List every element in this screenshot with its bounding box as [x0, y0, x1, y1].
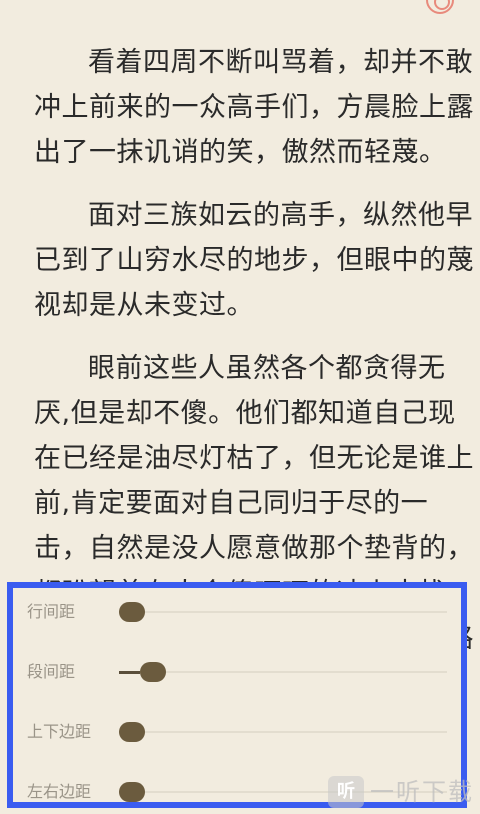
line-spacing-slider-handle[interactable]	[119, 602, 145, 622]
paragraph: 面对三族如云的高手，纵然他早已到了山穷水尽的地步，但眼中的蔑视却是从未变过。	[34, 200, 474, 321]
floating-badge-icon[interactable]	[426, 0, 454, 14]
line-spacing-row: 行间距	[27, 592, 447, 632]
paragraph-spacing-fill	[119, 671, 140, 674]
watermark-logo-icon: 听	[328, 776, 364, 808]
vertical-margin-row: 上下边距	[27, 712, 447, 752]
line-spacing-track[interactable]	[119, 611, 447, 613]
horizontal-margin-label: 左右边距	[27, 782, 92, 801]
paragraph-spacing-row: 段间距	[27, 652, 447, 692]
paragraph-spacing-slider-handle[interactable]	[140, 662, 166, 682]
vertical-margin-slider-handle[interactable]	[119, 722, 145, 742]
horizontal-margin-slider-handle[interactable]	[119, 782, 145, 802]
vertical-margin-track[interactable]	[119, 731, 447, 733]
paragraph: 看着四周不断叫骂着，却并不敢冲上前来的一众高手们，方晨脸上露出了一抹讥诮的笑，傲…	[34, 47, 474, 168]
watermark-text: 一听下载	[370, 778, 474, 806]
site-watermark: 听 一听下载	[328, 774, 478, 810]
line-spacing-label: 行间距	[27, 602, 76, 621]
reader-page: 看着四周不断叫骂着，却并不敢冲上前来的一众高手们，方晨脸上露出了一抹讥诮的笑，傲…	[0, 0, 480, 814]
vertical-margin-label: 上下边距	[27, 722, 92, 741]
paragraph-spacing-track[interactable]	[119, 671, 447, 673]
paragraph-spacing-label: 段间距	[27, 662, 76, 681]
